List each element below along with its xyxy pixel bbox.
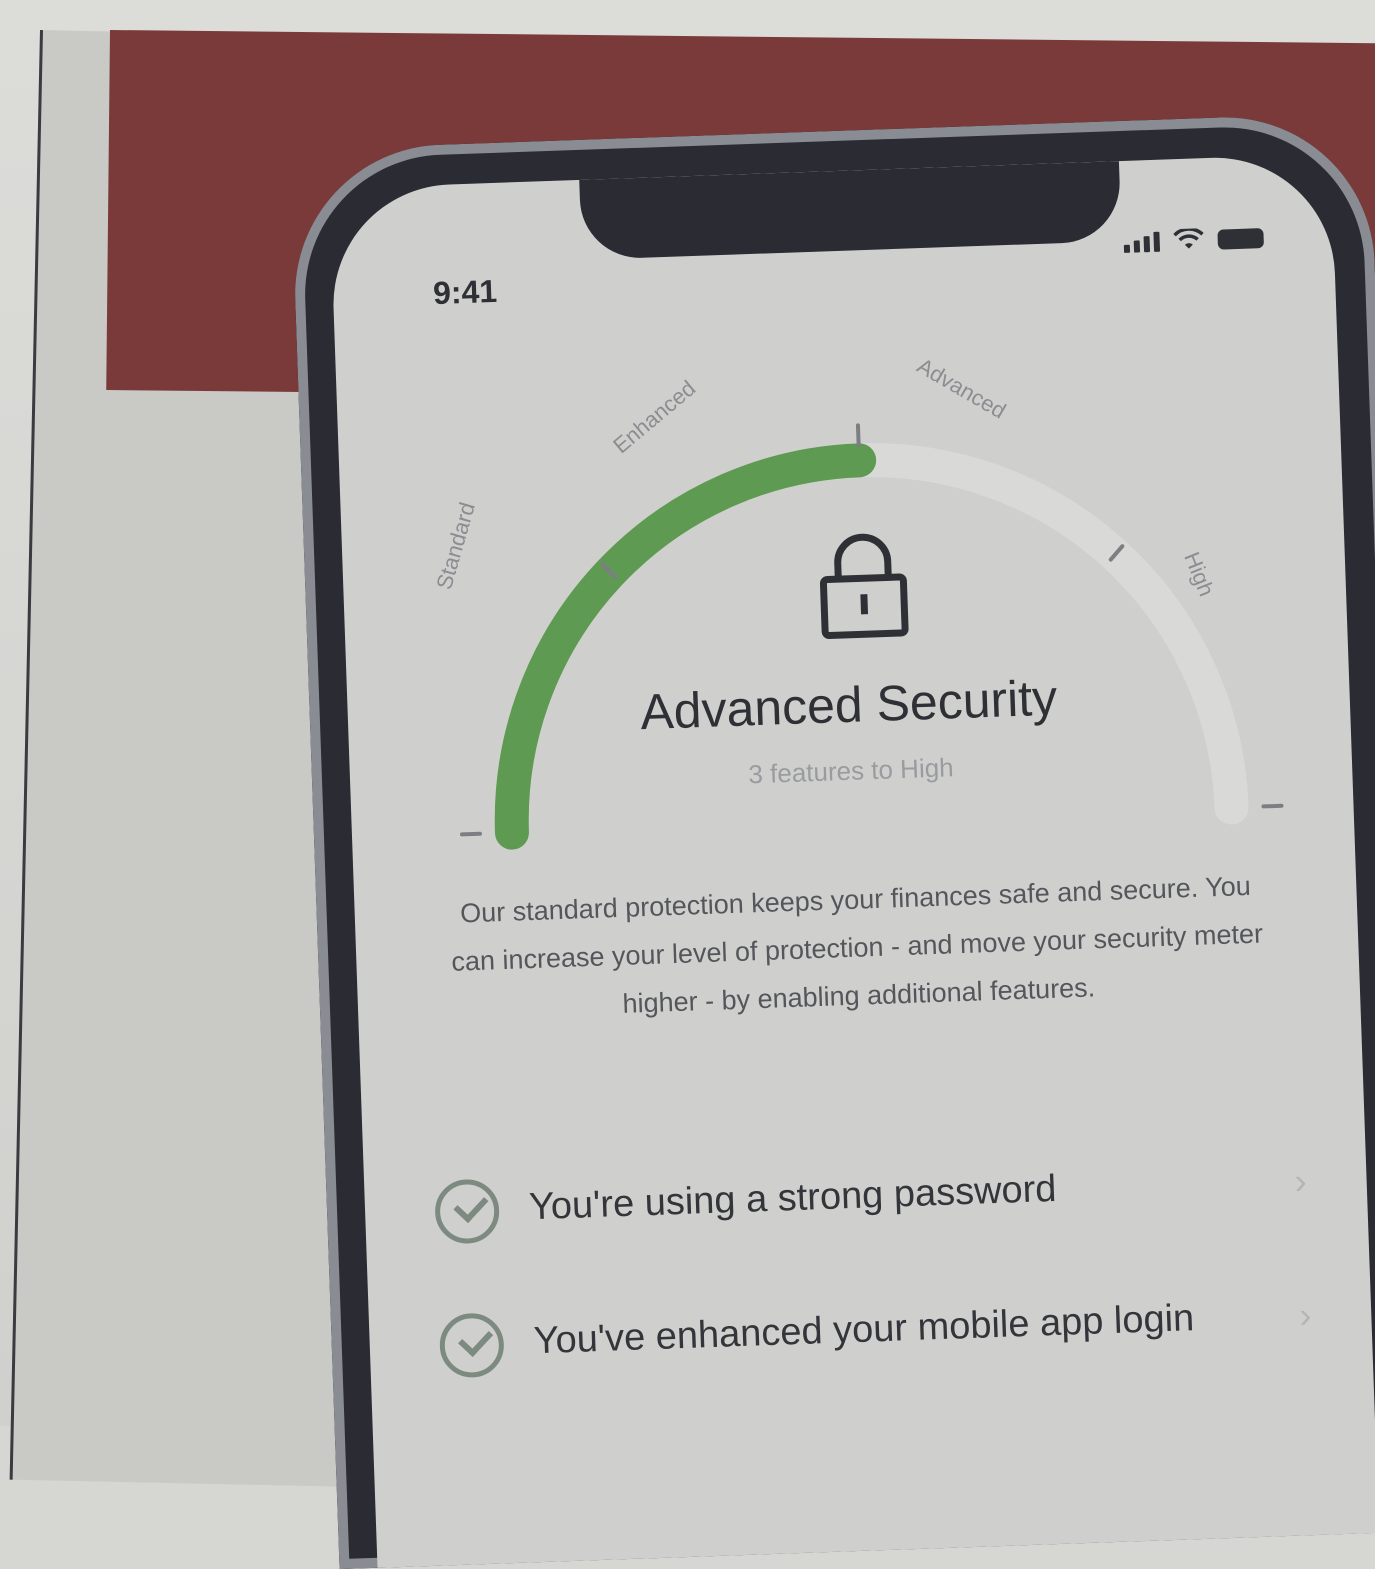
phone-screen: 9:41 Standard Enhanced Advanced High Adv… bbox=[329, 153, 1375, 1568]
lock-icon bbox=[819, 533, 909, 639]
chevron-right-icon: › bbox=[1298, 1294, 1312, 1336]
chevron-right-icon: › bbox=[1293, 1160, 1308, 1202]
battery-icon bbox=[1217, 228, 1265, 250]
check-circle-icon bbox=[438, 1312, 505, 1379]
feature-label: You're using a strong password bbox=[528, 1167, 1058, 1229]
status-icons bbox=[1123, 226, 1265, 253]
phone-frame: 9:41 Standard Enhanced Advanced High Adv… bbox=[290, 112, 1375, 1569]
feature-label: You've enhanced your mobile app login bbox=[532, 1297, 1195, 1363]
status-time: 9:41 bbox=[432, 272, 498, 312]
security-description: Our standard protection keeps your finan… bbox=[450, 870, 1264, 1019]
check-circle-icon bbox=[434, 1178, 501, 1245]
feature-list: You're using a strong password › You've … bbox=[434, 1150, 1315, 1448]
notch bbox=[579, 161, 1122, 260]
feature-item-strong-password[interactable]: You're using a strong password › bbox=[434, 1150, 1308, 1245]
wifi-icon bbox=[1173, 228, 1204, 249]
feature-item-mobile-login[interactable]: You've enhanced your mobile app login › bbox=[438, 1284, 1313, 1379]
signal-icon bbox=[1123, 231, 1161, 253]
